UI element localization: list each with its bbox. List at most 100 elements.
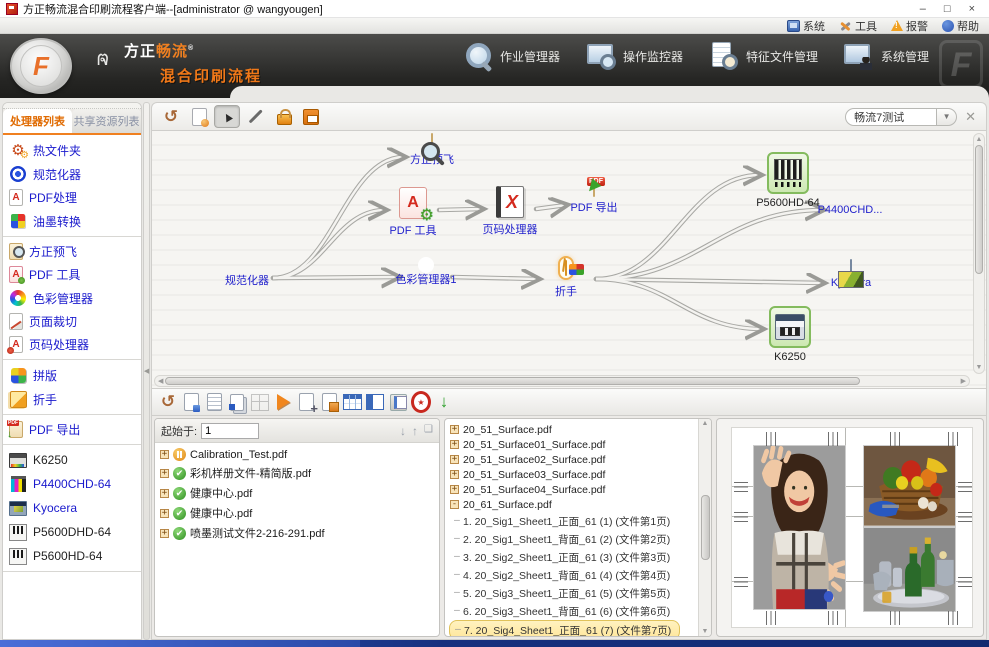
expander-icon[interactable]: + [450, 440, 459, 449]
expander-icon[interactable]: + [160, 489, 169, 498]
job-tool-play[interactable] [273, 392, 293, 412]
menu-alarm[interactable]: 报警 [891, 18, 928, 34]
move-up-icon[interactable]: ↑ [412, 424, 418, 438]
expander-icon[interactable]: + [160, 529, 169, 538]
sidebar-item-pdf[interactable]: PDF处理 [3, 186, 141, 209]
tab-processors[interactable]: 处理器列表 [3, 109, 72, 133]
sidebar-item-printer-k[interactable]: K6250 [3, 448, 141, 472]
job-tool-undo[interactable] [158, 392, 178, 412]
header-button-op-monitor[interactable]: 操作监控器 [586, 42, 683, 70]
workflow-node-pagenum[interactable]: 页码处理器 [462, 186, 558, 237]
surface-page-row[interactable]: 6. 20_Sig3_Sheet1_背面_61 (6) (文件第6页) [449, 602, 672, 620]
canvas-tool-new-page[interactable] [186, 105, 212, 128]
sidebar-item-ink-cmyk[interactable]: P4400CHD-64 [3, 472, 141, 496]
surface-page-row[interactable]: 3. 20_Sig2_Sheet1_正面_61 (3) (文件第3页) [449, 548, 672, 566]
restore-button[interactable]: □ [944, 2, 951, 16]
canvas-tool-lock[interactable] [270, 105, 296, 128]
job-tool-page-export[interactable] [319, 392, 339, 412]
sidebar-item-pdf-tool[interactable]: PDF 工具 [3, 263, 141, 286]
surface-page-row[interactable]: 5. 20_Sig3_Sheet1_正面_61 (5) (文件第5页) [449, 584, 672, 602]
sidebar-item-printer-kyo[interactable]: Kyocera [3, 496, 141, 520]
new-page-icon[interactable]: ❑ [424, 424, 433, 438]
sidebar-item-fold[interactable]: 折手 [3, 387, 141, 411]
expander-icon[interactable]: + [160, 450, 169, 459]
job-tool-record[interactable] [411, 392, 431, 412]
job-tool-page-copy[interactable] [227, 392, 247, 412]
canvas-tool-line[interactable] [242, 105, 268, 128]
tab-shared[interactable]: 共享资源列表 [72, 109, 141, 133]
expander-icon[interactable]: + [450, 470, 459, 479]
sidebar-item-normalizer[interactable]: 规范化器 [3, 162, 141, 186]
job-file-row[interactable]: +健康中心.pdf [159, 483, 435, 503]
sidebar-collapse-handle[interactable]: ◀ [143, 102, 150, 640]
close-button[interactable]: × [969, 2, 975, 16]
expander-icon[interactable]: - [450, 500, 459, 509]
sidebar-item-printer-bars[interactable]: P5600DHD-64 [3, 520, 141, 544]
sidebar-item-ink-convert[interactable]: 油墨转换 [3, 209, 141, 233]
header-button-job-manager[interactable]: 作业管理器 [463, 42, 560, 70]
job-tool-page-add[interactable] [296, 392, 316, 412]
workflow-node-pdftool[interactable]: PDF 工具 [365, 187, 461, 238]
workflow-canvas[interactable]: 规范化器方正预飞PDF 工具页码处理器PDF 导出色彩管理器1折手P5600HD… [151, 130, 987, 389]
sidebar-item-page-num[interactable]: 页码处理器 [3, 333, 141, 356]
expander-icon[interactable]: + [450, 485, 459, 494]
canvas-tool-cursor[interactable] [214, 105, 240, 128]
surface-file-row[interactable]: +20_51_Surface01_Surface.pdf [449, 437, 694, 452]
job-tool-download[interactable] [434, 392, 454, 412]
surface-file-row[interactable]: +20_51_Surface03_Surface.pdf [449, 467, 694, 482]
sidebar-item-preflight[interactable]: 方正预飞 [3, 240, 141, 263]
job-tool-archive[interactable] [388, 392, 408, 412]
surface-scrollbar[interactable]: ▲▼ [698, 419, 711, 636]
sidebar-item-impose[interactable]: 拼版 [3, 363, 141, 387]
canvas-tool-save[interactable] [298, 105, 324, 128]
job-file-row[interactable]: +健康中心.pdf [159, 503, 435, 523]
expander-icon[interactable]: + [160, 509, 169, 518]
header-button-sys-manage[interactable]: 系统管理 [844, 42, 929, 70]
job-tool-table[interactable] [342, 392, 362, 412]
surface-page-row[interactable]: 4. 20_Sig2_Sheet1_背面_61 (4) (文件第4页) [449, 566, 672, 584]
canvas-horizontal-scrollbar[interactable]: ◀▶ [154, 375, 970, 387]
workflow-node-colormgr[interactable]: 色彩管理器1 [378, 254, 474, 287]
workflow-node-preflight[interactable]: 方正预飞 [384, 134, 480, 167]
job-file-row[interactable]: +喷墨测试文件2-216-291.pdf [159, 523, 435, 543]
job-file-row[interactable]: +Calibration_Test.pdf [159, 446, 435, 463]
workflow-node-pdfexport[interactable]: PDF 导出 [546, 182, 642, 215]
sidebar-item-printer-bars[interactable]: P5600HD-64 [3, 544, 141, 568]
surface-page-row[interactable]: 2. 20_Sig1_Sheet1_背面_61 (2) (文件第2页) [449, 530, 672, 548]
menu-help[interactable]: 帮助 [942, 18, 979, 34]
surface-file-row[interactable]: +20_51_Surface.pdf [449, 422, 694, 437]
sidebar-item-pdf-export[interactable]: PDF 导出 [3, 418, 141, 441]
surface-page-row[interactable]: 1. 20_Sig1_Sheet1_正面_61 (1) (文件第1页) [449, 512, 672, 530]
surface-page-row[interactable]: 7. 20_Sig4_Sheet1_正面_61 (7) (文件第7页) [449, 620, 680, 636]
brand-logo-button[interactable]: F [10, 38, 72, 94]
sidebar-item-color-wheel[interactable]: 色彩管理器 [3, 286, 141, 310]
workflow-select-input[interactable] [845, 108, 937, 126]
workflow-node-k6250[interactable]: K6250 [742, 306, 838, 363]
job-file-row[interactable]: +彩机样册文件-精简版.pdf [159, 463, 435, 483]
surface-file-row[interactable]: +20_51_Surface02_Surface.pdf [449, 452, 694, 467]
job-tool-page-lines[interactable] [204, 392, 224, 412]
start-at-input[interactable] [201, 423, 259, 439]
sidebar-item-page-cut[interactable]: 页面裁切 [3, 310, 141, 333]
surface-file-row[interactable]: +20_51_Surface04_Surface.pdf [449, 482, 694, 497]
workflow-node-kyocera[interactable]: Kyocera [803, 260, 899, 289]
move-down-icon[interactable]: ↓ [400, 424, 406, 438]
minimize-button[interactable]: – [920, 2, 926, 16]
menu-system[interactable]: 系统 [787, 18, 825, 34]
imposition-preview[interactable] [731, 427, 973, 628]
surface-file-row[interactable]: -20_61_Surface.pdf [449, 497, 694, 512]
job-tool-cards[interactable] [365, 392, 385, 412]
workflow-close-icon[interactable]: ✕ [961, 109, 980, 125]
canvas-tool-undo[interactable] [158, 105, 184, 128]
expander-icon[interactable]: + [450, 425, 459, 434]
expander-icon[interactable]: + [160, 469, 169, 478]
sidebar-item-hot-folder[interactable]: 热文件夹 [3, 138, 141, 162]
header-button-feature-file[interactable]: 特征文件管理 [709, 42, 818, 70]
chevron-down-icon[interactable]: ▼ [937, 108, 957, 126]
job-tool-page-blue[interactable] [181, 392, 201, 412]
workflow-node-p4400[interactable]: P4400CHD... [802, 187, 898, 216]
workflow-node-fold[interactable]: 折手 [518, 256, 614, 299]
workflow-node-normalizer[interactable]: 规范化器 [199, 255, 295, 288]
canvas-vertical-scrollbar[interactable]: ▲▼ [973, 133, 985, 374]
menu-tools[interactable]: 工具 [839, 18, 877, 34]
